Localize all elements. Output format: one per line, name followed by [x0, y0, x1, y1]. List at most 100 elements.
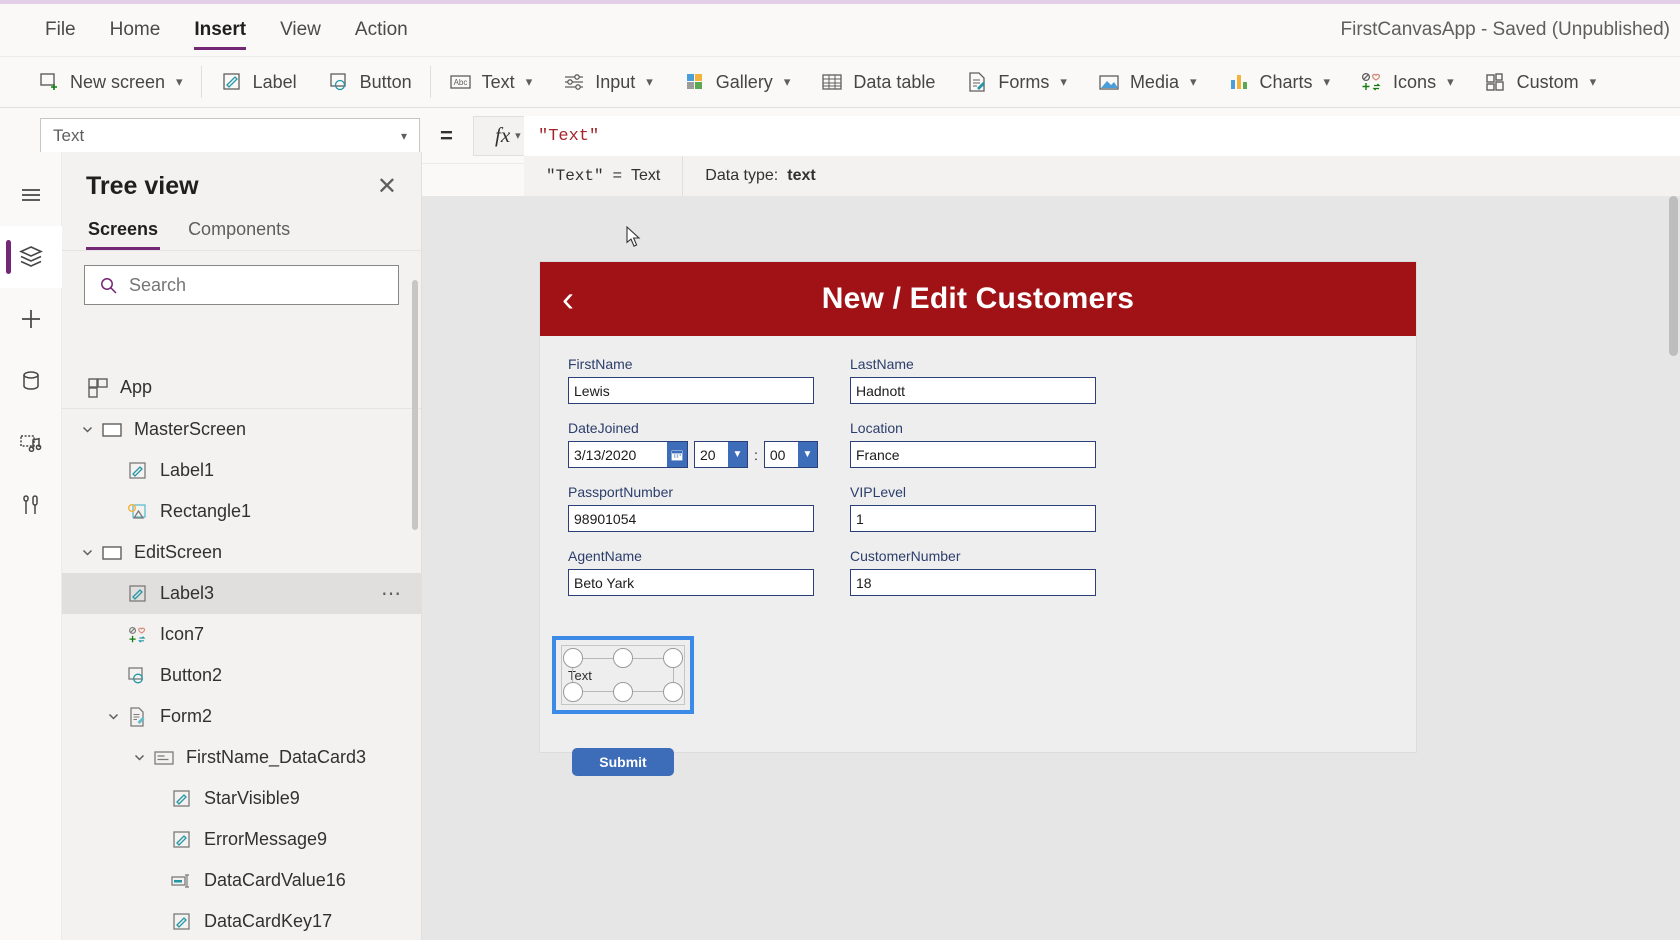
tree-node-label: Label3 [160, 583, 215, 603]
ribbon-icons[interactable]: Icons ▾ [1345, 61, 1469, 103]
hour-dropdown[interactable]: 20 ▼ [694, 441, 748, 468]
tree-search-wrapper [62, 251, 421, 315]
menu-item-file[interactable]: File [28, 4, 93, 56]
menu-item-home[interactable]: Home [93, 4, 178, 56]
menu-item-view[interactable]: View [263, 4, 338, 56]
formula-help-expression-cell: "Text" = Text [524, 156, 682, 196]
ribbon-custom-label: Custom [1516, 71, 1579, 92]
tree-node-rectangle1[interactable]: Rectangle1 [62, 491, 421, 532]
field-input[interactable]: Beto Yark [568, 569, 814, 596]
formula-help-result: Text [630, 167, 661, 184]
close-icon[interactable]: ✕ [377, 174, 397, 199]
tree-node-datacardvalue16[interactable]: DataCardValue16 [62, 860, 421, 901]
ribbon-divider [429, 66, 431, 98]
property-selector[interactable]: Text ▾ [40, 117, 420, 154]
form-title: New / Edit Customers [821, 282, 1135, 315]
tree-node-errormessage9[interactable]: ErrorMessage9 [62, 819, 421, 860]
tree-node-app[interactable]: App [62, 367, 421, 408]
ribbon-forms[interactable]: Forms ▾ [950, 61, 1082, 103]
ribbon-button[interactable]: Button [312, 61, 427, 103]
resize-handle-bottom-left[interactable] [563, 682, 583, 702]
resize-handle-top-center[interactable] [613, 648, 633, 668]
tree-node-datacardkey17[interactable]: DataCardKey17 [62, 901, 421, 940]
rail-advanced-tools[interactable] [0, 474, 62, 536]
tree-node-label1[interactable]: Label1 [62, 450, 421, 491]
ribbon-custom[interactable]: Custom ▾ [1469, 61, 1612, 103]
formula-help-bar: "Text" = Text Data type: text [524, 156, 1680, 196]
ribbon-label[interactable]: Label [205, 61, 312, 103]
chevron-down-icon[interactable] [128, 751, 150, 764]
tab-screens[interactable]: Screens [86, 211, 161, 250]
field-label: DateJoined [568, 420, 639, 436]
resize-handle-bottom-center[interactable] [613, 682, 633, 702]
menu-item-action[interactable]: Action [338, 4, 425, 56]
submit-button[interactable]: Submit [572, 748, 674, 776]
tree-node-label: Rectangle1 [160, 501, 252, 521]
ribbon-new-screen[interactable]: New screen ▾ [22, 61, 198, 103]
ribbon-input[interactable]: Input ▾ [547, 61, 668, 103]
ribbon-media-label: Media [1129, 71, 1179, 92]
more-options-icon[interactable]: ⋯ [381, 581, 403, 606]
button-icon [124, 666, 152, 686]
ribbon-text-label: Text [481, 71, 515, 92]
field-label: CustomerNumber [850, 548, 961, 564]
app-canvas: ‹ New / Edit Customers FirstName Lewis L… [422, 196, 1680, 940]
menu-item-insert[interactable]: Insert [177, 4, 263, 56]
custom-icon [1484, 70, 1508, 94]
icons-icon [1360, 70, 1384, 94]
selected-label-control[interactable]: Text [552, 636, 694, 714]
ribbon-icons-label: Icons [1393, 71, 1437, 92]
tree-node-label3[interactable]: Label3 ⋯ [62, 573, 421, 614]
rail-insert[interactable] [0, 288, 62, 350]
field-input[interactable]: France [850, 441, 1096, 468]
property-selector-value: Text [53, 125, 85, 145]
chevron-down-icon[interactable] [76, 423, 98, 436]
tree-node-firstname-datacard3[interactable]: FirstName_DataCard3 [62, 737, 421, 778]
tree-search-box[interactable] [84, 265, 399, 305]
chevron-down-icon: ▾ [176, 74, 183, 89]
rail-hamburger-menu[interactable] [0, 164, 62, 226]
tree-node-form2[interactable]: Form2 [62, 696, 421, 737]
new-screen-icon [37, 70, 61, 94]
button-icon [327, 70, 351, 94]
tree-node-button2[interactable]: Button2 [62, 655, 421, 696]
minute-dropdown[interactable]: 00 ▼ [763, 441, 818, 468]
tree-node-editscreen[interactable]: EditScreen [62, 532, 421, 573]
rail-media[interactable] [0, 412, 62, 474]
tree-scrollbar[interactable] [412, 280, 418, 530]
ribbon-data-table[interactable]: Data table [805, 61, 950, 103]
chevron-down-icon[interactable] [76, 546, 98, 559]
resize-handle-top-right[interactable] [663, 648, 683, 668]
chevron-down-icon: ▾ [783, 74, 791, 89]
field-input[interactable]: 98901054 [568, 505, 814, 532]
chevron-down-icon: ▼ [728, 442, 747, 467]
search-input[interactable] [129, 274, 384, 296]
ribbon-text[interactable]: Abc Text ▾ [434, 61, 548, 103]
ribbon-media[interactable]: Media ▾ [1082, 61, 1212, 103]
date-picker-input[interactable]: 3/13/2020 [568, 441, 688, 468]
field-input[interactable]: Hadnott [850, 377, 1096, 404]
screen-icon [98, 543, 126, 563]
canvas-scrollbar[interactable] [1669, 196, 1678, 356]
tree-node-starvisible9[interactable]: StarVisible9 [62, 778, 421, 819]
formula-input[interactable]: "Text" [524, 116, 1680, 156]
tree-node-label: DataCardKey17 [204, 911, 333, 931]
tab-components[interactable]: Components [186, 211, 292, 250]
app-title: FirstCanvasApp - Saved (Unpublished) [1340, 19, 1671, 40]
ribbon-gallery[interactable]: Gallery ▾ [668, 61, 806, 103]
mouse-cursor-icon [626, 226, 642, 248]
chevron-down-icon[interactable] [102, 710, 124, 723]
ribbon-charts[interactable]: Charts ▾ [1212, 61, 1346, 103]
resize-handle-bottom-right[interactable] [663, 682, 683, 702]
datetime-row: 3/13/2020 20 ▼ : 00 ▼ [568, 441, 850, 468]
chevron-down-icon: ▼ [797, 442, 817, 467]
rail-data[interactable] [0, 350, 62, 412]
field-input[interactable]: 1 [850, 505, 1096, 532]
field-input[interactable]: Lewis [568, 377, 814, 404]
rail-tree-view[interactable] [0, 226, 62, 288]
field-input[interactable]: 18 [850, 569, 1096, 596]
resize-handle-top-left[interactable] [563, 648, 583, 668]
calendar-icon[interactable] [667, 442, 687, 467]
tree-node-masterscreen[interactable]: MasterScreen [62, 409, 421, 450]
tree-node-icon7[interactable]: Icon7 [62, 614, 421, 655]
